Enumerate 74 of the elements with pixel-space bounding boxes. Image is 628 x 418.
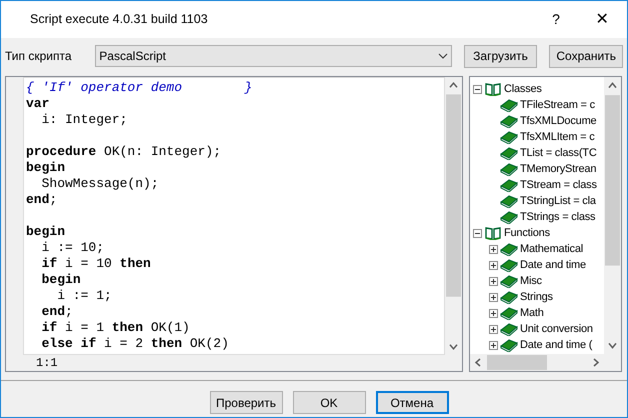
- open-book-icon: [485, 226, 501, 240]
- tree-item[interactable]: TStringList = cla: [520, 193, 596, 209]
- expand-icon[interactable]: [489, 340, 498, 350]
- save-button[interactable]: Сохранить: [549, 44, 623, 68]
- code-line: begin: [26, 160, 66, 176]
- book-icon: [500, 338, 518, 352]
- help-button[interactable]: ?: [533, 4, 579, 34]
- expand-icon[interactable]: [489, 292, 498, 302]
- tree-item[interactable]: TList = class(TC: [520, 145, 597, 161]
- code-comment: { 'If' operator demo }: [26, 80, 252, 96]
- tree-item[interactable]: Date and time (: [520, 337, 592, 353]
- book-icon: [500, 98, 518, 112]
- tree-item[interactable]: Mathematical: [520, 241, 584, 257]
- load-button[interactable]: Загрузить: [464, 44, 538, 68]
- code-line: i: Integer;: [40, 112, 128, 128]
- script-type-dropdown[interactable]: PascalScript: [95, 45, 452, 67]
- dialog-button[interactable]: OK: [292, 391, 366, 414]
- code-line: end;: [26, 192, 58, 208]
- horizontal-scrollbar[interactable]: [470, 354, 621, 371]
- collapse-icon[interactable]: [473, 228, 482, 238]
- expand-icon[interactable]: [489, 308, 498, 318]
- tree-item[interactable]: Strings: [520, 289, 553, 305]
- vertical-scrollbar[interactable]: [604, 77, 621, 354]
- expand-icon[interactable]: [489, 276, 498, 286]
- code-line: i := 10;: [40, 240, 104, 256]
- book-icon: [500, 130, 518, 144]
- object-tree[interactable]: [469, 76, 622, 372]
- expand-icon[interactable]: [489, 260, 498, 270]
- book-icon: [500, 114, 518, 128]
- book-icon: [500, 258, 518, 272]
- tree-item[interactable]: Math: [520, 305, 544, 321]
- book-icon: [500, 322, 518, 336]
- cursor-position: 1:1: [36, 355, 58, 372]
- book-icon: [500, 194, 518, 208]
- code-line: else if i = 2 then OK(2): [40, 336, 229, 352]
- book-icon: [500, 290, 518, 304]
- code-line: if i = 10 then: [40, 256, 151, 272]
- tree-item[interactable]: Misc: [520, 273, 542, 289]
- chevron-down-icon: [438, 53, 448, 59]
- window-title: Script execute 4.0.31 build 1103: [30, 11, 209, 28]
- close-button[interactable]: ✕: [579, 4, 625, 34]
- tree-node[interactable]: Classes: [504, 81, 542, 97]
- open-book-icon: [485, 82, 501, 96]
- code-line: if i = 1 then OK(1): [40, 320, 190, 336]
- dialog-button[interactable]: Проверить: [210, 391, 282, 414]
- tree-item[interactable]: Unit conversion: [520, 321, 593, 337]
- tree-item[interactable]: Date and time: [520, 257, 586, 273]
- book-icon: [500, 274, 518, 288]
- tree-item[interactable]: TStrings = class: [520, 209, 596, 225]
- expand-icon[interactable]: [489, 244, 498, 254]
- tree-item[interactable]: TStream = class: [520, 177, 597, 193]
- tree-item[interactable]: TFileStream = c: [520, 97, 595, 113]
- code-line: ShowMessage(n);: [40, 176, 159, 192]
- book-icon: [500, 306, 518, 320]
- tree-node[interactable]: Functions: [504, 225, 550, 241]
- expand-icon[interactable]: [489, 324, 498, 334]
- code-line: i := 1;: [56, 288, 112, 304]
- book-icon: [500, 210, 518, 224]
- code-line: procedure OK(n: Integer);: [26, 144, 222, 160]
- code-line: end;: [40, 304, 73, 320]
- tree-item[interactable]: TfsXMLDocume: [520, 113, 596, 129]
- book-icon: [500, 146, 518, 160]
- tree-item[interactable]: TMemoryStrean: [520, 161, 596, 177]
- book-icon: [500, 162, 518, 176]
- collapse-icon[interactable]: [473, 84, 482, 94]
- tree-item[interactable]: TfsXMLItem = c: [520, 129, 595, 145]
- code-editor[interactable]: { 'If' operator demo } var i: Integer; procedure OK(n: Integer); begin ShowMessage(n); end; begin i := 10; if i = 10 then begin i := 1; end; if i = 1 then OK(1) else if i = 2 then OK(2) 1:1: [5, 76, 463, 372]
- code-line: begin: [40, 272, 81, 288]
- book-icon: [500, 178, 518, 192]
- script-type-label: Тип скрипта: [5, 48, 72, 65]
- book-icon: [500, 242, 518, 256]
- code-line: begin: [26, 224, 66, 240]
- code-line: var: [26, 96, 50, 112]
- dialog-button[interactable]: Отмена: [376, 391, 448, 414]
